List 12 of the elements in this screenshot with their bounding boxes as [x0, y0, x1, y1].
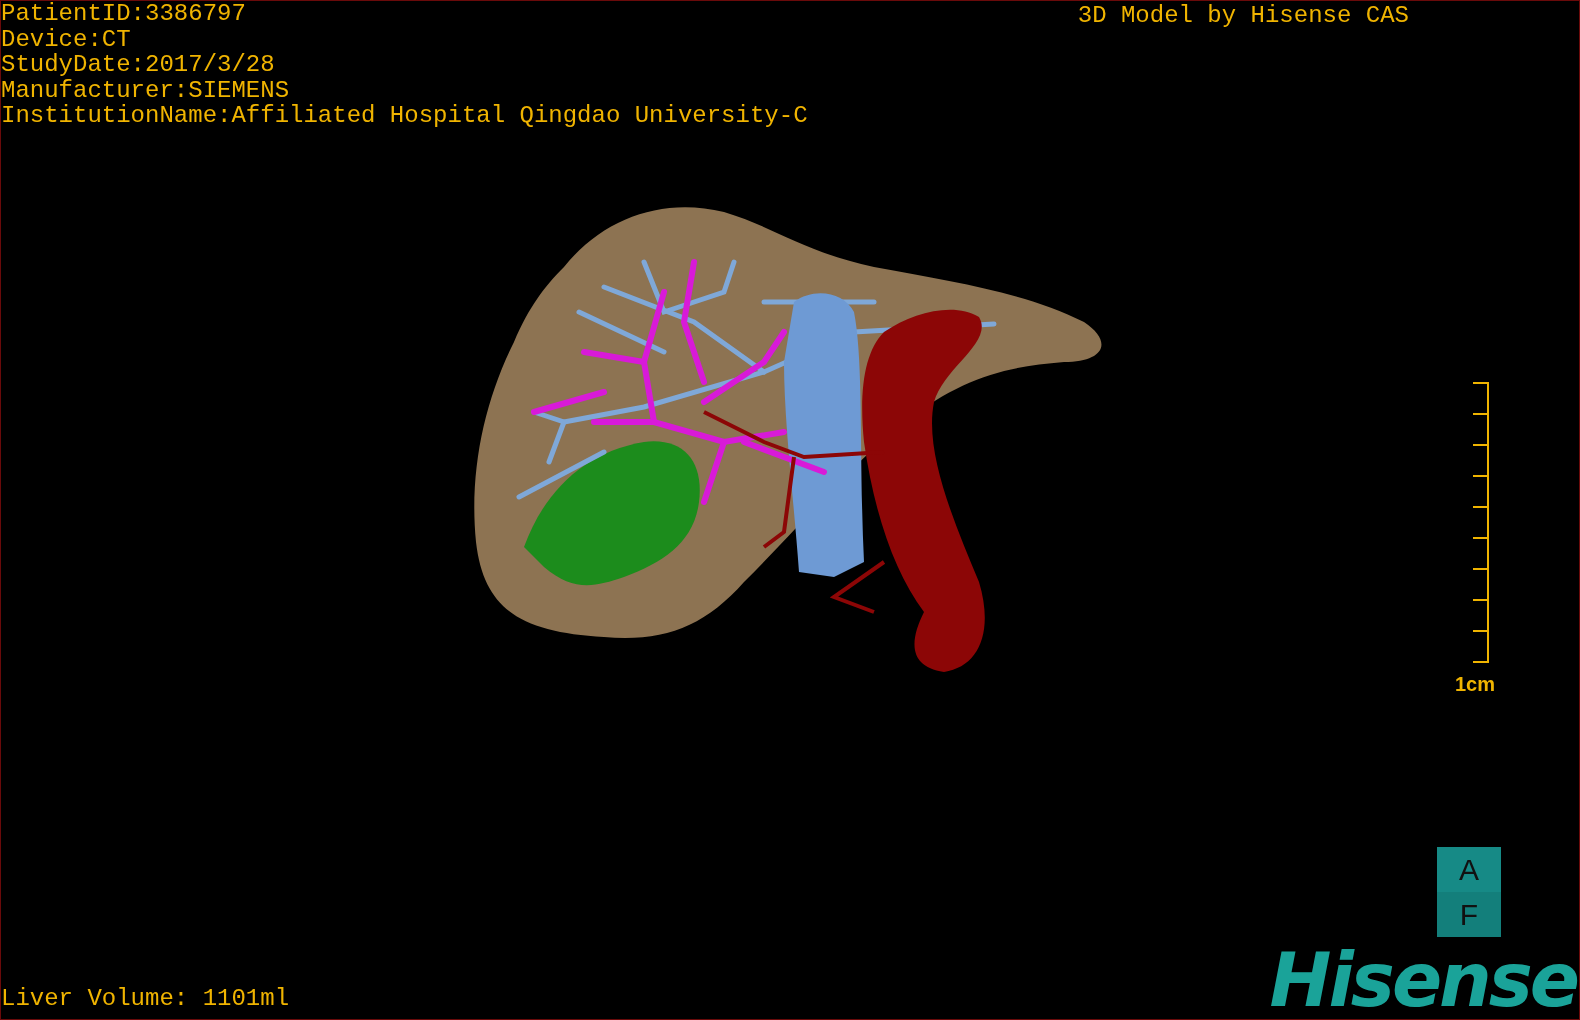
logo-text: Hisense: [1269, 943, 1577, 1017]
patient-info-line: InstitutionName:Affiliated Hospital Qingdao University-C: [1, 103, 808, 129]
scale-label: 1cm: [1454, 672, 1495, 696]
orientation-label: F: [1437, 892, 1501, 937]
patient-info-line: Manufacturer:SIEMENS: [1, 77, 291, 103]
liver-volume-label: Liver Volume: 1101ml: [1, 985, 290, 1013]
viewer-title: 3D Model by Hisense CAS: [1077, 1, 1409, 31]
patient-info-line: StudyDate:2017/3/28: [1, 52, 276, 78]
orientation-label: A: [1458, 851, 1480, 888]
orientation-cube[interactable]: A F: [1437, 847, 1501, 937]
patient-info-line: Device:CT: [1, 26, 132, 52]
patient-info-line: PatientID:3386797: [1, 1, 247, 27]
